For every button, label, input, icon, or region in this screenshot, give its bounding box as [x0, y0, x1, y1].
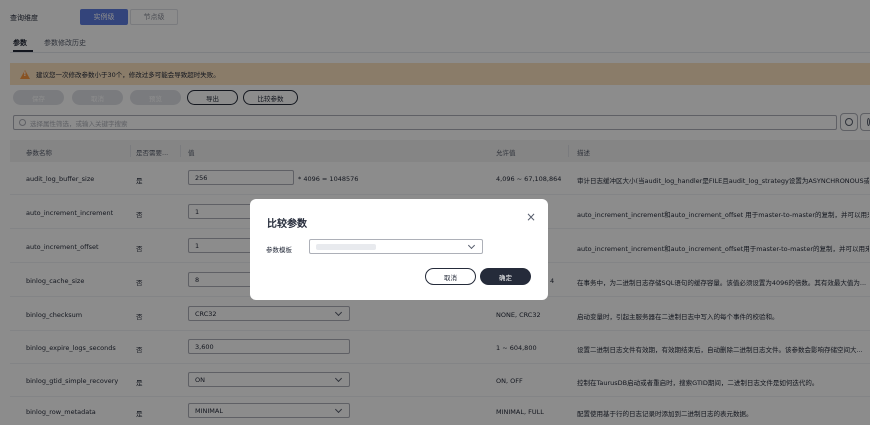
dialog-title: 比较参数 [267, 219, 307, 230]
template-select[interactable] [309, 239, 483, 254]
blurred-selected-value [316, 244, 376, 250]
chevron-down-icon [467, 241, 476, 250]
dialog-cancel-button[interactable]: 取消 [425, 268, 476, 285]
template-label: 参数模板 [266, 246, 292, 254]
dialog-confirm-button[interactable]: 确定 [480, 268, 531, 285]
close-icon[interactable]: × [526, 210, 536, 224]
compare-parameters-dialog: 比较参数 × 参数模板 取消 确定 [250, 199, 548, 300]
